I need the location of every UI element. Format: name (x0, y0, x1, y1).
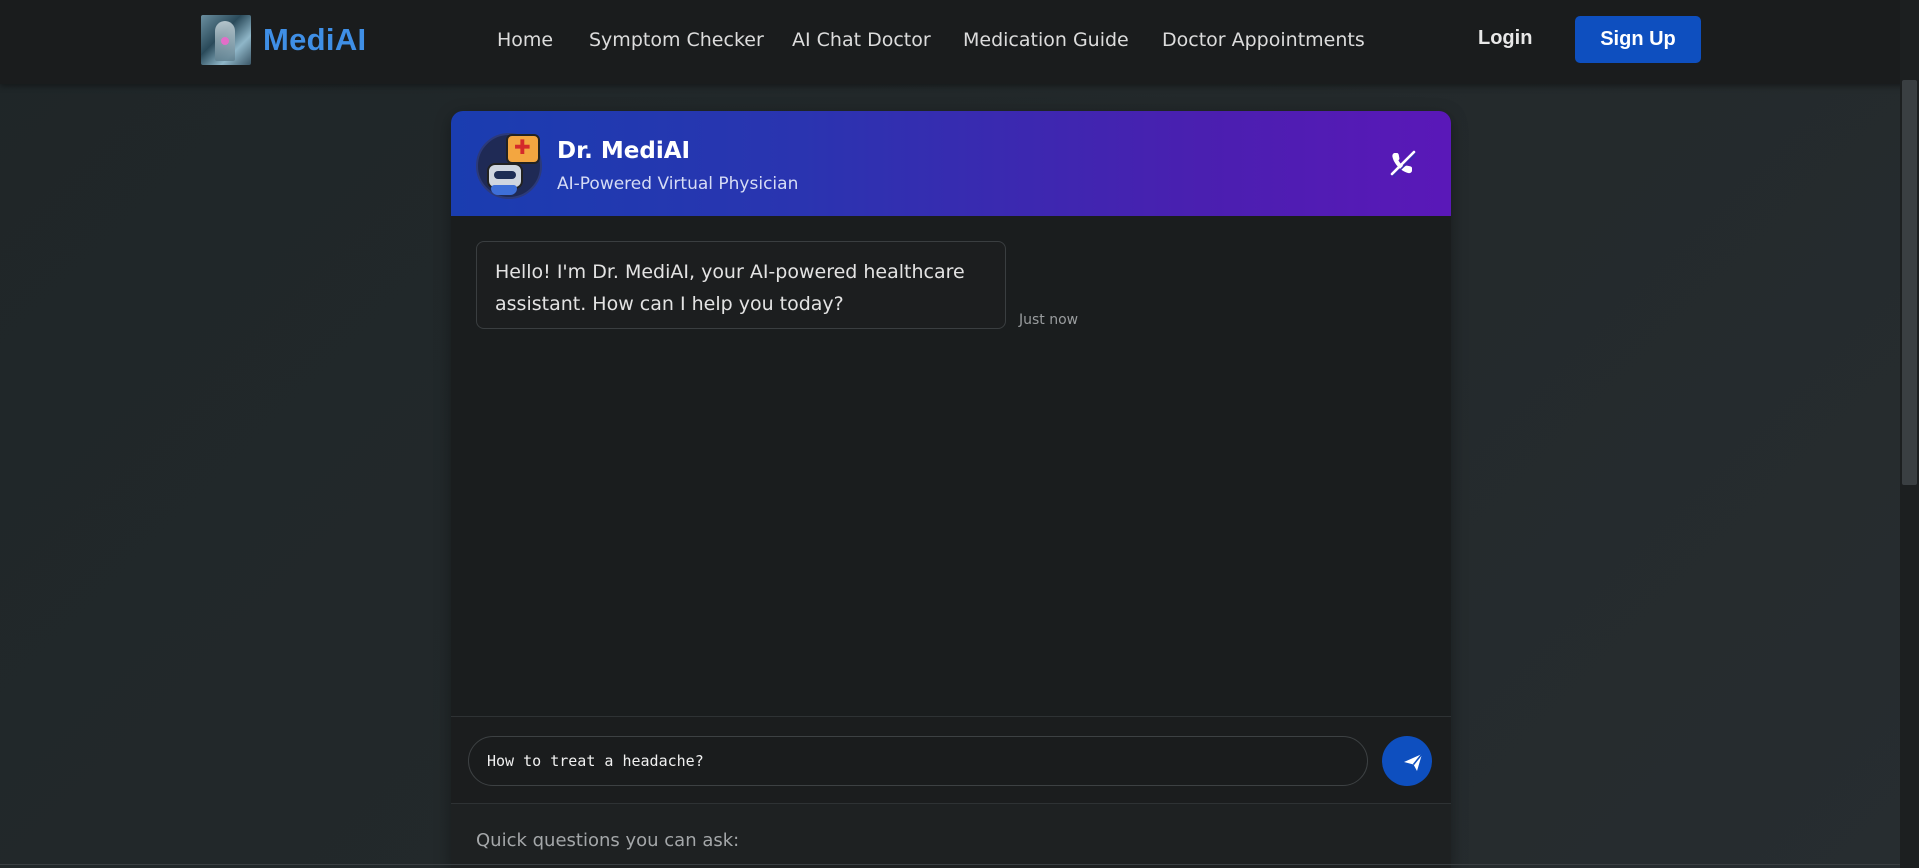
nav-link-home[interactable]: Home (497, 29, 553, 51)
quick-questions-label: Quick questions you can ask: (476, 830, 740, 851)
top-navbar: MediAI Home Symptom Checker AI Chat Doct… (0, 0, 1919, 84)
bot-message-bubble: Hello! I'm Dr. MediAI, your AI-powered h… (476, 241, 1006, 329)
logo-accent (221, 37, 229, 45)
logo-image[interactable] (201, 15, 251, 65)
send-button[interactable] (1382, 736, 1432, 786)
paper-plane-icon (1388, 753, 1438, 790)
page-scrollbar[interactable] (1900, 0, 1919, 868)
doctor-name: Dr. MediAI (557, 138, 691, 164)
robot-doctor-icon (476, 133, 542, 199)
nav-link-ai-chat-doctor[interactable]: AI Chat Doctor (792, 29, 931, 51)
quick-questions-section: Quick questions you can ask: (451, 804, 1451, 868)
signup-button[interactable]: Sign Up (1575, 16, 1701, 63)
brand-name[interactable]: MediAI (263, 22, 366, 58)
doctor-subtitle: AI-Powered Virtual Physician (557, 174, 799, 194)
robot-body (491, 185, 517, 195)
chat-header: Dr. MediAI AI-Powered Virtual Physician (451, 111, 1451, 216)
chat-message-input[interactable] (468, 736, 1368, 786)
page-divider (0, 864, 1900, 865)
nav-link-medication-guide[interactable]: Medication Guide (963, 29, 1129, 51)
message-timestamp: Just now (1019, 312, 1079, 328)
phone-slash-icon[interactable] (1387, 147, 1419, 179)
nav-link-doctor-appointments[interactable]: Doctor Appointments (1162, 29, 1365, 51)
chat-window: Dr. MediAI AI-Powered Virtual Physician … (451, 111, 1451, 868)
nav-link-symptom-checker[interactable]: Symptom Checker (589, 29, 764, 51)
login-link[interactable]: Login (1478, 27, 1532, 50)
scrollbar-thumb[interactable] (1902, 80, 1917, 485)
chat-input-area (451, 716, 1451, 804)
medical-cross-bubble (506, 134, 540, 164)
